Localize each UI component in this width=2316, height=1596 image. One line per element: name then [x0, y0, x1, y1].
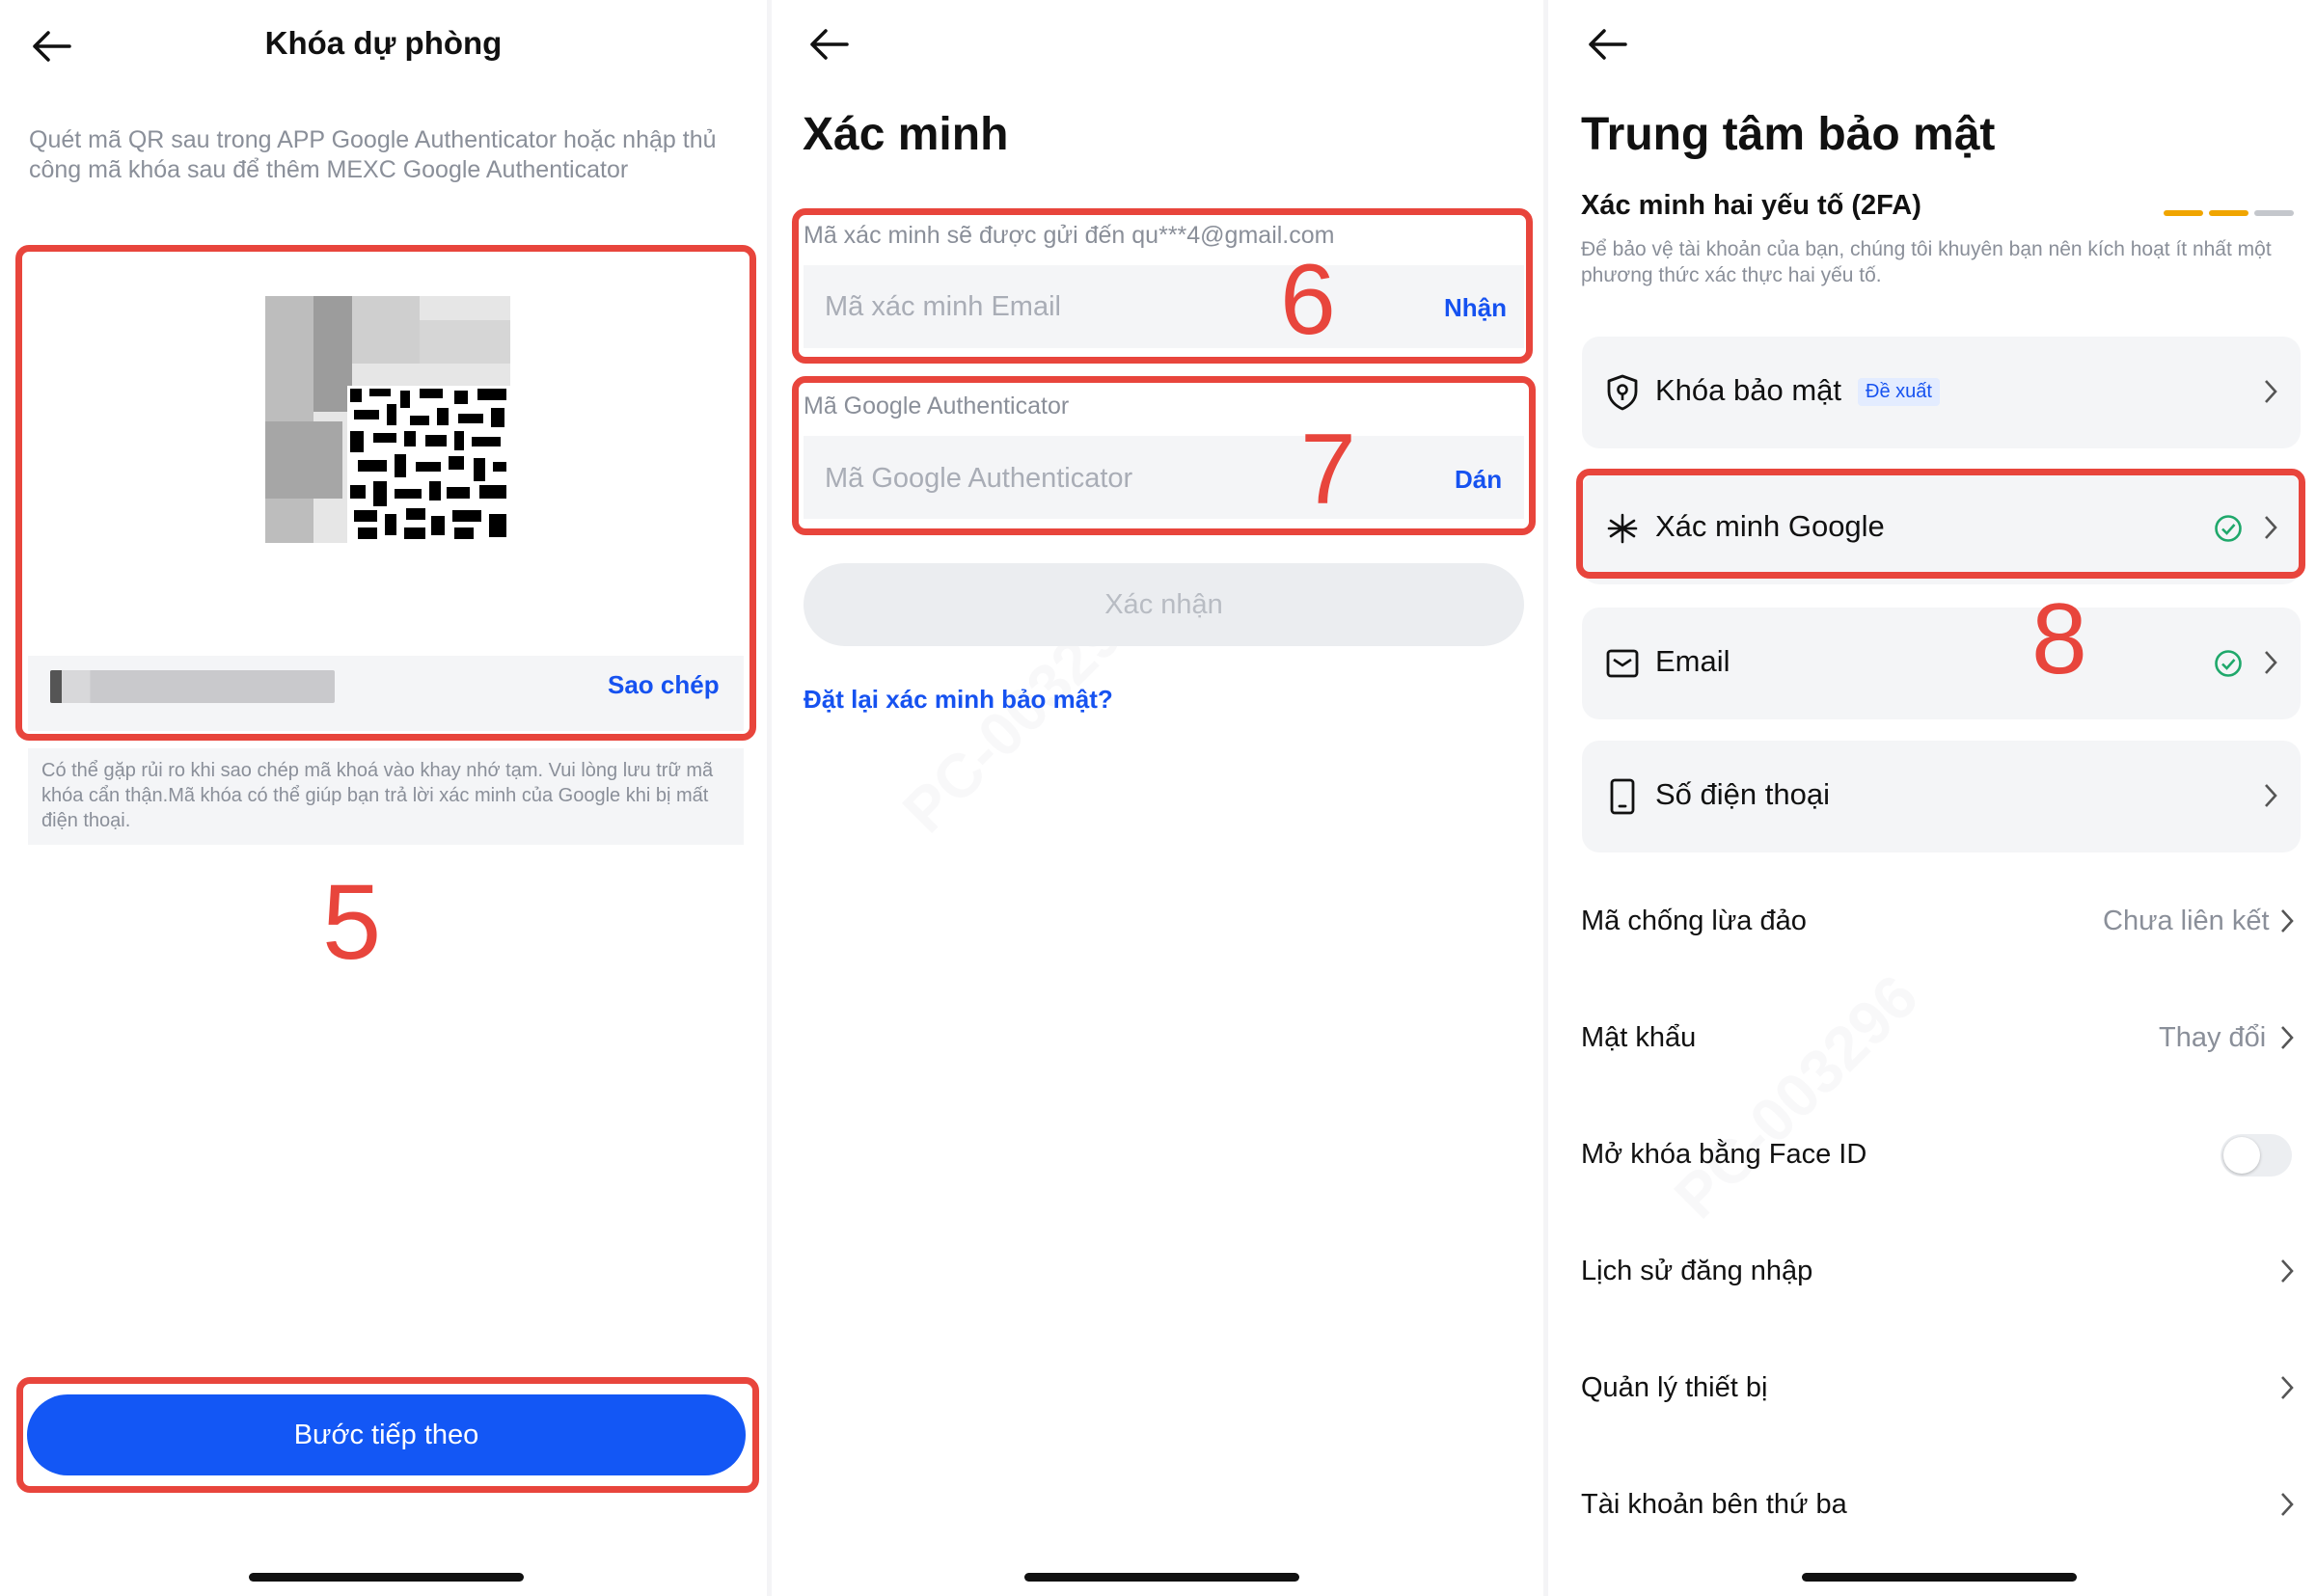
face-id-toggle[interactable]	[2221, 1134, 2292, 1177]
twofa-description: Để bảo vệ tài khoản của bạn, chúng tôi k…	[1581, 238, 2272, 286]
back-arrow-icon[interactable]	[806, 25, 851, 64]
home-indicator	[1802, 1573, 2077, 1582]
chevron-right-icon	[2265, 784, 2277, 807]
strength-bar	[2164, 210, 2203, 216]
third-party-accounts-row[interactable]: Tài khoản bên thứ ba	[1581, 1489, 1847, 1521]
security-strength-bars	[2164, 203, 2302, 216]
card-label: Số điện thoại	[1655, 777, 1830, 811]
security-key-card[interactable]: Khóa bảo mật Đề xuất	[1582, 337, 2301, 448]
mail-icon	[1606, 649, 1639, 678]
twofa-title: Xác minh hai yếu tố (2FA)	[1581, 190, 1921, 221]
password-row[interactable]: Mật khẩu	[1581, 1022, 1696, 1054]
divider	[1543, 0, 1548, 1596]
highlight-box	[792, 376, 1536, 535]
watermark: PC-003296	[1660, 961, 1931, 1231]
page-title: Trung tâm bảo mật	[1581, 109, 1996, 160]
chevron-right-icon	[2281, 1493, 2294, 1516]
warning-text: Có thể gặp rủi ro khi sao chép mã khoá v…	[41, 760, 714, 831]
card-label: Khóa bảo mật	[1655, 373, 1842, 407]
device-management-row[interactable]: Quản lý thiết bị	[1581, 1372, 1767, 1404]
phone-card[interactable]: Số điện thoại	[1582, 741, 2301, 852]
chevron-right-icon	[2281, 1259, 2294, 1283]
strength-bar	[2254, 210, 2294, 216]
chevron-right-icon	[2281, 1026, 2294, 1049]
face-id-row: Mở khóa bằng Face ID	[1581, 1139, 1867, 1170]
email-card[interactable]: Email	[1582, 608, 2301, 719]
page-title: Khóa dự phòng	[264, 25, 503, 61]
highlight-box	[16, 1377, 759, 1493]
reset-security-link[interactable]: Đặt lại xác minh bảo mật?	[804, 685, 1113, 715]
recommended-badge: Đề xuất	[1858, 378, 1940, 406]
step-number: 5	[322, 863, 382, 982]
chevron-right-icon	[2265, 651, 2277, 674]
login-history-row[interactable]: Lịch sử đăng nhập	[1581, 1256, 1812, 1287]
page-title: Xác minh	[803, 109, 1009, 160]
shield-key-icon	[1607, 374, 1638, 411]
chevron-right-icon	[2281, 1376, 2294, 1399]
step-number: 8	[2031, 583, 2087, 695]
back-arrow-icon[interactable]	[1585, 25, 1629, 64]
anti-phishing-status: Chưa liên kết	[2103, 906, 2270, 936]
instruction-text: Quét mã QR sau trong APP Google Authenti…	[29, 126, 717, 183]
strength-bar	[2209, 210, 2248, 216]
chevron-right-icon	[2265, 380, 2277, 403]
anti-phishing-row[interactable]: Mã chống lừa đảo	[1581, 906, 1807, 937]
phone-icon	[1610, 778, 1635, 815]
divider	[767, 0, 772, 1596]
highlight-box	[1576, 469, 2305, 579]
chevron-right-icon	[2281, 909, 2294, 933]
highlight-box	[15, 245, 756, 741]
home-indicator	[249, 1573, 524, 1582]
card-label: Email	[1655, 644, 1730, 678]
check-circle-icon	[2215, 650, 2242, 677]
password-action: Thay đổi	[2159, 1022, 2267, 1053]
confirm-button[interactable]: Xác nhận	[804, 563, 1524, 646]
highlight-box	[792, 208, 1533, 364]
home-indicator	[1024, 1573, 1299, 1582]
